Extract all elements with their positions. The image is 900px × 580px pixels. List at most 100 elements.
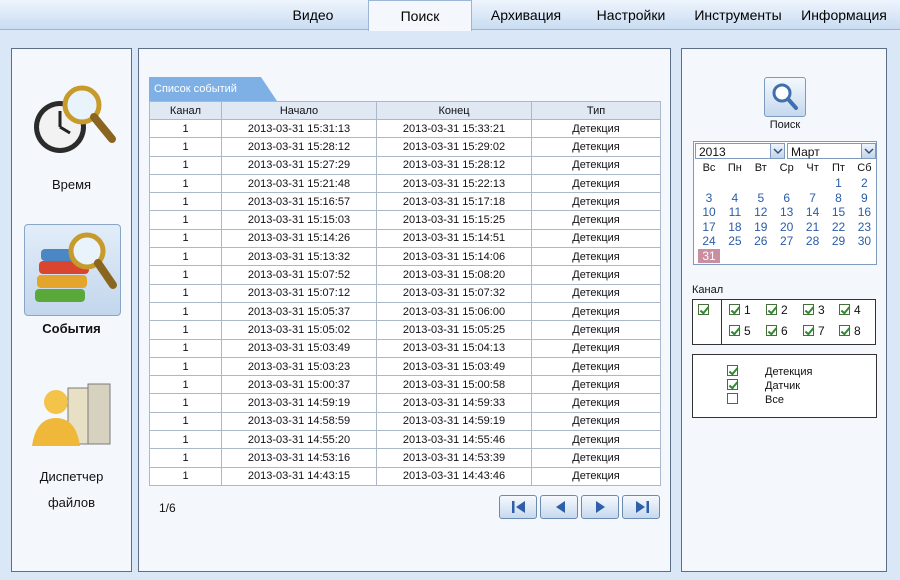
channel-checkbox[interactable] [729,325,740,336]
calendar-day[interactable]: 13 [776,205,798,219]
nav-time-button[interactable] [24,77,121,169]
calendar-day[interactable]: 4 [724,191,746,205]
tab-tools[interactable]: Инструменты [686,0,790,30]
calendar-day[interactable]: 17 [698,220,720,234]
table-row[interactable]: 1 2013-03-31 14:53:16 2013-03-31 14:53:39 Д… [149,448,661,468]
tab-video[interactable]: Видео [263,0,363,30]
event-list-title: Список событий [154,83,237,95]
calendar-day[interactable]: 25 [724,234,746,248]
table-row[interactable]: 1 2013-03-31 15:00:37 2013-03-31 15:00:58 Д… [149,375,661,395]
event-type-checkbox[interactable] [727,365,738,376]
event-table: Канал Начало Конец Тип 1 2013-03-31 15:31… [149,101,661,486]
calendar-day[interactable]: 18 [724,220,746,234]
calendar-day[interactable]: 1 [828,176,850,190]
tab-search[interactable]: Поиск [368,0,472,31]
calendar-day[interactable]: 27 [776,234,798,248]
calendar-day[interactable]: 30 [853,234,875,248]
table-row[interactable]: 1 2013-03-31 14:58:59 2013-03-31 14:59:19 Д… [149,411,661,432]
table-row[interactable]: 1 2013-03-31 15:07:12 2013-03-31 15:07:32 Д… [149,283,661,303]
tab-info[interactable]: Информация [794,0,894,30]
search-button[interactable] [764,77,806,117]
table-row[interactable]: 1 2013-03-31 14:43:15 2013-03-31 14:43:46 Д… [149,466,661,486]
channel-checkbox[interactable] [803,304,814,315]
calendar-day[interactable]: 8 [828,191,850,205]
channel-checkbox[interactable] [839,325,850,336]
calendar-day[interactable]: 15 [828,205,850,219]
calendar-day[interactable]: 5 [750,191,772,205]
calendar-day[interactable]: 16 [853,205,875,219]
cell-end: 2013-03-31 14:55:46 [376,430,532,450]
event-list-tab: Список событий [149,77,277,101]
nav-file-manager-button[interactable] [24,374,121,466]
channel-checkbox[interactable] [766,304,777,315]
col-channel: Канал [149,101,222,120]
cell-type: Детекция [531,118,661,139]
cell-type: Детекция [531,356,661,377]
calendar-day[interactable]: 7 [802,191,824,205]
last-page-button[interactable] [622,495,660,519]
calendar-day[interactable]: 10 [698,205,720,219]
calendar-day[interactable]: 26 [750,234,772,248]
cell-channel: 1 [149,411,222,432]
calendar-day[interactable]: 28 [802,234,824,248]
tab-settings[interactable]: Настройки [580,0,682,30]
cell-end: 2013-03-31 15:06:00 [376,301,532,322]
table-row[interactable]: 1 2013-03-31 15:03:49 2013-03-31 15:04:13 Д… [149,338,661,358]
tab-archive[interactable]: Архивация [476,0,576,30]
calendar-day[interactable]: 31 [698,249,720,263]
channel-checkbox[interactable] [729,304,740,315]
table-row[interactable]: 1 2013-03-31 15:05:37 2013-03-31 15:06:00 Д… [149,301,661,322]
channel-number-label: 4 [854,303,861,317]
nav-events-button[interactable] [24,224,121,316]
first-page-button[interactable] [499,495,537,519]
calendar-day[interactable]: 14 [802,205,824,219]
calendar-day[interactable]: 9 [853,191,875,205]
channel-number-label: 5 [744,324,751,338]
calendar-day[interactable]: 19 [750,220,772,234]
calendar-day[interactable]: 20 [776,220,798,234]
table-row[interactable]: 1 2013-03-31 15:28:12 2013-03-31 15:29:02 Д… [149,137,661,157]
calendar-day[interactable]: 2 [853,176,875,190]
calendar-day[interactable]: 24 [698,234,720,248]
table-row[interactable]: 1 2013-03-31 15:13:32 2013-03-31 15:14:06 Д… [149,247,661,267]
cell-channel: 1 [149,356,222,377]
channel-selector: 1 2 3 4 5 6 7 8 [692,299,876,345]
channel-checkbox[interactable] [839,304,850,315]
calendar-day[interactable]: 29 [828,234,850,248]
cell-type: Детекция [531,210,661,230]
next-page-button[interactable] [581,495,619,519]
calendar-day[interactable]: 3 [698,191,720,205]
calendar-day[interactable]: 22 [828,220,850,234]
calendar-day[interactable]: 21 [802,220,824,234]
table-row[interactable]: 1 2013-03-31 15:03:23 2013-03-31 15:03:49 Д… [149,356,661,377]
month-select[interactable]: Март [787,143,876,159]
event-type-checkbox[interactable] [727,379,738,390]
cell-end: 2013-03-31 15:28:12 [376,155,532,175]
table-row[interactable]: 1 2013-03-31 15:16:57 2013-03-31 15:17:18 Д… [149,192,661,212]
table-row[interactable]: 1 2013-03-31 15:05:02 2013-03-31 15:05:25 Д… [149,320,661,340]
cell-channel: 1 [149,228,222,249]
table-row[interactable]: 1 2013-03-31 14:55:20 2013-03-31 14:55:46 Д… [149,430,661,450]
channel-all-checkbox[interactable] [698,304,709,315]
table-row[interactable]: 1 2013-03-31 15:07:52 2013-03-31 15:08:20 Д… [149,265,661,285]
year-select[interactable]: 2013 [695,143,785,159]
table-row[interactable]: 1 2013-03-31 15:21:48 2013-03-31 15:22:13 Д… [149,173,661,194]
table-row[interactable]: 1 2013-03-31 15:31:13 2013-03-31 15:33:21 Д… [149,118,661,139]
channel-checkbox[interactable] [803,325,814,336]
table-row[interactable]: 1 2013-03-31 14:59:19 2013-03-31 14:59:33 Д… [149,393,661,413]
cell-end: 2013-03-31 15:33:21 [376,118,532,139]
calendar-day[interactable]: 23 [853,220,875,234]
calendar-day[interactable]: 12 [750,205,772,219]
table-row[interactable]: 1 2013-03-31 15:27:29 2013-03-31 15:28:12 Д… [149,155,661,175]
table-row[interactable]: 1 2013-03-31 15:15:03 2013-03-31 15:15:25 Д… [149,210,661,230]
channel-checkbox[interactable] [766,325,777,336]
cell-channel: 1 [149,210,222,230]
prev-page-button[interactable] [540,495,578,519]
calendar-day[interactable]: 6 [776,191,798,205]
table-row[interactable]: 1 2013-03-31 15:14:26 2013-03-31 15:14:51 Д… [149,228,661,249]
event-type-checkbox[interactable] [727,393,738,404]
calendar-day[interactable]: 11 [724,205,746,219]
cell-end: 2013-03-31 15:07:32 [376,283,532,303]
cell-channel: 1 [149,173,222,194]
cell-channel: 1 [149,466,222,486]
